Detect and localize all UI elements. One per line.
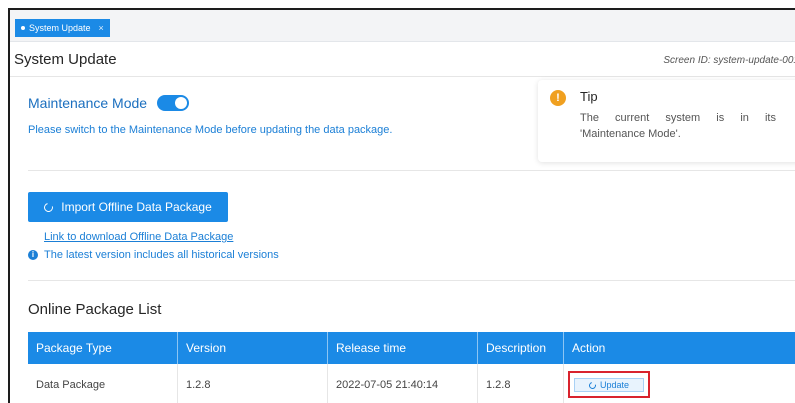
maintenance-mode-label: Maintenance Mode [28, 95, 148, 111]
column-header-version: Version [178, 332, 328, 364]
column-header-release-time: Release time [328, 332, 478, 364]
tip-card: ! Tip The current system is in its 'Main… [538, 80, 795, 162]
table-header: Package Type Version Release time Descri… [28, 332, 795, 364]
maintenance-mode-toggle[interactable] [157, 95, 190, 111]
cell-action: Update [564, 364, 795, 403]
import-offline-package-button[interactable]: Import Offline Data Package [28, 192, 228, 222]
tab-close-icon[interactable]: × [99, 19, 104, 37]
cell-release-time: 2022-07-05 21:40:14 [328, 364, 478, 403]
cell-version: 1.2.8 [178, 364, 328, 403]
version-info-text: The latest version includes all historic… [44, 249, 279, 261]
refresh-icon [587, 380, 598, 390]
maintenance-mode-row: Maintenance Mode [28, 95, 190, 111]
update-button[interactable]: Update [574, 378, 644, 392]
tip-title: Tip [580, 89, 598, 104]
column-header-package-type: Package Type [28, 332, 178, 364]
tip-text: The current system is in its 'Maintenanc… [580, 112, 776, 140]
screen-id: Screen ID: system-update-001 [663, 55, 795, 66]
online-package-list-title: Online Package List [28, 301, 162, 318]
import-button-label: Import Offline Data Package [61, 200, 212, 214]
app-frame: System Update × System Update Screen ID:… [8, 8, 795, 403]
page-title: System Update [14, 51, 117, 68]
tab-label: System Update [29, 23, 91, 33]
update-highlight-box: Update [568, 371, 650, 398]
divider [28, 280, 795, 281]
tab-active-dot [21, 26, 25, 30]
info-icon: i [28, 250, 38, 260]
column-header-description: Description [478, 332, 564, 364]
cell-description: 1.2.8 [478, 364, 564, 403]
divider [10, 76, 795, 77]
refresh-icon [42, 200, 55, 214]
version-info: i The latest version includes all histor… [28, 249, 279, 261]
download-offline-package-link[interactable]: Link to download Offline Data Package [44, 231, 233, 243]
tab-bar: System Update × [10, 10, 795, 42]
divider [28, 170, 795, 171]
table-row: Data Package 1.2.8 2022-07-05 21:40:14 1… [28, 364, 795, 403]
update-button-label: Update [599, 380, 630, 390]
column-header-action: Action [564, 332, 795, 364]
tab-system-update[interactable]: System Update × [15, 19, 110, 37]
cell-package-type: Data Package [28, 364, 178, 403]
warning-icon: ! [550, 90, 566, 106]
maintenance-mode-description: Please switch to the Maintenance Mode be… [28, 124, 393, 136]
toggle-knob [175, 97, 188, 109]
